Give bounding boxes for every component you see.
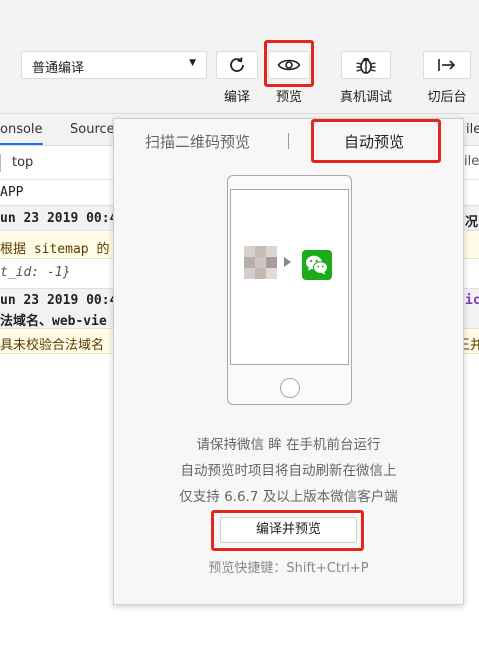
console-text-right: 况 (465, 215, 479, 230)
tab-qr-preview[interactable]: 扫描二维码预览 (145, 131, 250, 152)
preview-popup: 扫描二维码预览 自动预览 请保持微信 眸 在手机前台运行 自动预览时项目将自动刷… (113, 118, 464, 605)
phone-illustration (227, 175, 352, 405)
shortcut-hint: 预览快捷键：Shift+Ctrl+P (208, 561, 369, 576)
compile-button[interactable] (216, 51, 258, 79)
auto-preview-highlight (311, 119, 441, 163)
console-text: 法域名、web-vie (0, 314, 107, 329)
console-text: 具未校验合法域名 (0, 338, 105, 353)
app-icon-blurred (244, 246, 277, 279)
console-text: APP (0, 185, 24, 200)
preview-highlight (264, 40, 314, 87)
compile-preview-highlight (211, 510, 364, 551)
bug-icon (356, 57, 376, 74)
divider (0, 154, 1, 172)
arrow-icon (284, 257, 291, 267)
phone-screen (230, 189, 349, 365)
switch-background-button[interactable] (423, 51, 471, 79)
console-text-right: ic (465, 293, 479, 308)
compile-mode-select[interactable]: 普通编译 ▼ (21, 51, 207, 79)
remote-debug-button[interactable] (341, 51, 391, 79)
preview-label: 预览 (275, 90, 302, 105)
tab-sources[interactable]: Source (70, 122, 115, 137)
tab-right-fragment[interactable]: ilev (466, 122, 479, 137)
console-text: un 23 2019 00:4 (0, 293, 118, 308)
phone-home-button (280, 378, 300, 398)
tab-console[interactable]: onsole (0, 122, 43, 145)
dropdown-caret-icon: ▼ (189, 58, 196, 68)
switch-background-label: 切后台 (427, 90, 467, 105)
switch-background-icon (438, 59, 456, 71)
context-selector[interactable]: top (12, 155, 33, 170)
info-line: 自动预览时项目将自动刷新在微信上 (180, 463, 397, 479)
compile-label: 编译 (223, 90, 250, 105)
toolbar: 普通编译 ▼ 编译 预览 真机调试 切后台 (0, 0, 479, 114)
console-text: t_id: -1} (0, 265, 71, 280)
info-line: 仅支持 6.6.7 及以上版本微信客户端 (179, 489, 398, 505)
remote-debug-label: 真机调试 (339, 90, 392, 105)
info-line: 请保持微信 眸 在手机前台运行 (196, 437, 381, 453)
console-text: un 23 2019 00:4 (0, 211, 118, 226)
tab-divider (288, 133, 289, 149)
compile-mode-value: 普通编译 (32, 61, 85, 76)
wechat-icon (302, 250, 332, 280)
console-text: 根据 sitemap 的 (0, 242, 110, 257)
refresh-icon (230, 57, 244, 72)
right-fragment: ilev (464, 154, 479, 169)
